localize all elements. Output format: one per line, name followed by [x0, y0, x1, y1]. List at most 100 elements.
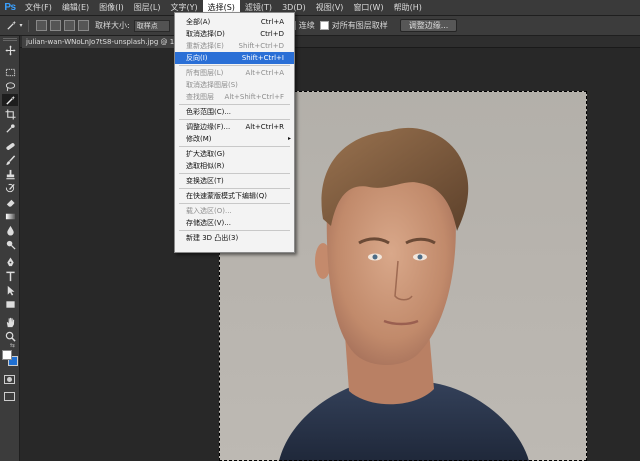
- select-menu-dropdown: 全部(A) Ctrl+A 取消选择(D) Ctrl+D 重新选择(E) Shift+Ctr…: [174, 12, 295, 253]
- menu-help[interactable]: 帮助(H): [389, 0, 427, 16]
- menu-item-label: 全部(A): [186, 18, 211, 26]
- select-menu-item[interactable]: 反向(I) Shift+Ctrl+I: [175, 52, 294, 64]
- select-menu-item: 取消选择图层(S): [175, 79, 294, 91]
- select-menu-item[interactable]: 存储选区(V)...: [175, 217, 294, 229]
- contiguous-label: 连续: [298, 21, 315, 30]
- menu-item-label: 取消选择图层(S): [186, 81, 238, 89]
- magic-wand-tool-icon[interactable]: [2, 94, 18, 106]
- tools-panel: ⇆: [0, 36, 20, 461]
- eyedropper-tool-icon[interactable]: [2, 122, 18, 134]
- sample-all-layers-checkbox[interactable]: ✓: [319, 21, 329, 30]
- menu-item-label: 修改(M): [186, 135, 212, 143]
- default-colors-icon[interactable]: ⇆: [10, 342, 15, 349]
- select-menu-item[interactable]: 新建 3D 凸出(3): [175, 232, 294, 244]
- move-tool-icon[interactable]: [2, 44, 18, 56]
- menu-item-label: 在快速蒙版模式下编辑(Q): [186, 192, 267, 200]
- menu-file[interactable]: 文件(F): [20, 0, 57, 16]
- subtract-selection-icon[interactable]: [64, 20, 75, 31]
- menu-item-label: 所有图层(L): [186, 69, 224, 77]
- menu-item-shortcut: Alt+Ctrl+A: [245, 69, 284, 77]
- menu-window[interactable]: 窗口(W): [348, 0, 388, 16]
- menu-item-label: 反向(I): [186, 54, 208, 62]
- menu-separator: [179, 65, 290, 66]
- select-menu-item[interactable]: 选取相似(R): [175, 160, 294, 172]
- menu-separator: [179, 104, 290, 105]
- menu-separator: [179, 173, 290, 174]
- chevron-down-icon[interactable]: ▾: [18, 19, 24, 33]
- photoshop-logo: Ps: [4, 2, 16, 13]
- menu-item-shortcut: Shift+Ctrl+D: [238, 42, 285, 50]
- zoom-tool-icon[interactable]: [2, 330, 18, 342]
- submenu-arrow-icon: ▸: [287, 135, 291, 142]
- select-menu-item[interactable]: 色彩范围(C)...: [175, 106, 294, 118]
- menubar: Ps 文件(F) 编辑(E) 图像(I) 图层(L) 文字(Y) 选择(S) 滤…: [0, 0, 640, 16]
- pen-tool-icon[interactable]: [2, 256, 18, 268]
- select-menu-item[interactable]: 扩大选取(G): [175, 148, 294, 160]
- blur-tool-icon[interactable]: [2, 224, 18, 236]
- select-menu-item[interactable]: 修改(M) ▸: [175, 133, 294, 145]
- lasso-tool-icon[interactable]: [2, 80, 18, 92]
- select-menu-item: 载入选区(O)...: [175, 205, 294, 217]
- options-bar: ▾ 取样大小: 取样点 ✓ 连续 ✓ 对所有图层取样 调整边缘...: [0, 16, 640, 36]
- menu-layer[interactable]: 图层(L): [129, 0, 166, 16]
- photoshop-window: Ps 文件(F) 编辑(E) 图像(I) 图层(L) 文字(Y) 选择(S) 滤…: [0, 0, 640, 461]
- select-menu-item[interactable]: 在快速蒙版模式下编辑(Q): [175, 190, 294, 202]
- new-selection-icon[interactable]: [36, 20, 47, 31]
- menu-separator: [179, 188, 290, 189]
- spot-healing-tool-icon[interactable]: [2, 140, 18, 152]
- crop-tool-icon[interactable]: [2, 108, 18, 120]
- brush-tool-icon[interactable]: [2, 154, 18, 166]
- menu-item-label: 调整边缘(F)...: [186, 123, 231, 131]
- menu-item-label: 存储选区(V)...: [186, 219, 231, 227]
- select-menu-item[interactable]: 全部(A) Ctrl+A: [175, 16, 294, 28]
- sample-all-layers-label: 对所有图层取样: [331, 21, 388, 30]
- menu-edit[interactable]: 编辑(E): [57, 0, 94, 16]
- menu-image[interactable]: 图像(I): [94, 0, 129, 16]
- path-selection-tool-icon[interactable]: [2, 284, 18, 296]
- foreground-color-swatch[interactable]: [2, 350, 12, 360]
- hand-tool-icon[interactable]: [2, 316, 18, 328]
- menu-item-label: 色彩范围(C)...: [186, 108, 232, 116]
- add-to-selection-icon[interactable]: [50, 20, 61, 31]
- menu-item-shortcut: Alt+Shift+Ctrl+F: [224, 93, 284, 101]
- panel-grip[interactable]: [3, 38, 17, 41]
- menu-item-label: 扩大选取(G): [186, 150, 225, 158]
- dodge-tool-icon[interactable]: [2, 238, 18, 250]
- menu-item-shortcut: Alt+Ctrl+R: [245, 123, 284, 131]
- menu-item-shortcut: Shift+Ctrl+I: [241, 54, 284, 62]
- menu-item-label: 载入选区(O)...: [186, 207, 232, 215]
- select-menu-item[interactable]: 调整边缘(F)... Alt+Ctrl+R: [175, 121, 294, 133]
- sample-size-select[interactable]: 取样点: [133, 19, 170, 32]
- menu-item-label: 新建 3D 凸出(3): [186, 234, 239, 242]
- document-tab[interactable]: julian-wan-WNoLnJo7tS8-unsplash.jpg @ 16…: [22, 36, 180, 48]
- menu-separator: [179, 146, 290, 147]
- marquee-tool-icon[interactable]: [2, 66, 18, 78]
- select-menu-item[interactable]: 取消选择(D) Ctrl+D: [175, 28, 294, 40]
- screen-mode-icon[interactable]: [4, 392, 15, 401]
- menu-item-label: 变换选区(T): [186, 177, 224, 185]
- select-menu-item[interactable]: 变换选区(T): [175, 175, 294, 187]
- select-menu-item: 所有图层(L) Alt+Ctrl+A: [175, 67, 294, 79]
- intersect-selection-icon[interactable]: [78, 20, 89, 31]
- type-tool-icon[interactable]: [2, 270, 18, 282]
- menu-item-shortcut: Ctrl+D: [260, 30, 284, 38]
- rectangle-tool-icon[interactable]: [2, 298, 18, 310]
- menu-item-label: 重新选择(E): [186, 42, 224, 50]
- select-menu-item: 重新选择(E) Shift+Ctrl+D: [175, 40, 294, 52]
- menu-view[interactable]: 视图(V): [311, 0, 349, 16]
- clone-stamp-tool-icon[interactable]: [2, 168, 18, 180]
- refine-edge-button[interactable]: 调整边缘...: [399, 19, 458, 32]
- gradient-tool-icon[interactable]: [2, 210, 18, 222]
- menu-separator: [179, 203, 290, 204]
- menu-separator: [179, 119, 290, 120]
- menu-item-label: 查找图层: [186, 93, 214, 101]
- quick-mask-icon[interactable]: [4, 375, 15, 384]
- menu-item-shortcut: Ctrl+A: [260, 18, 284, 26]
- history-brush-tool-icon[interactable]: [2, 182, 18, 194]
- menu-item-label: 选取相似(R): [186, 162, 225, 170]
- workspace: [20, 48, 640, 461]
- eraser-tool-icon[interactable]: [2, 196, 18, 208]
- magic-wand-preset-icon[interactable]: [4, 19, 18, 33]
- menu-separator: [179, 230, 290, 231]
- menu-item-label: 取消选择(D): [186, 30, 225, 38]
